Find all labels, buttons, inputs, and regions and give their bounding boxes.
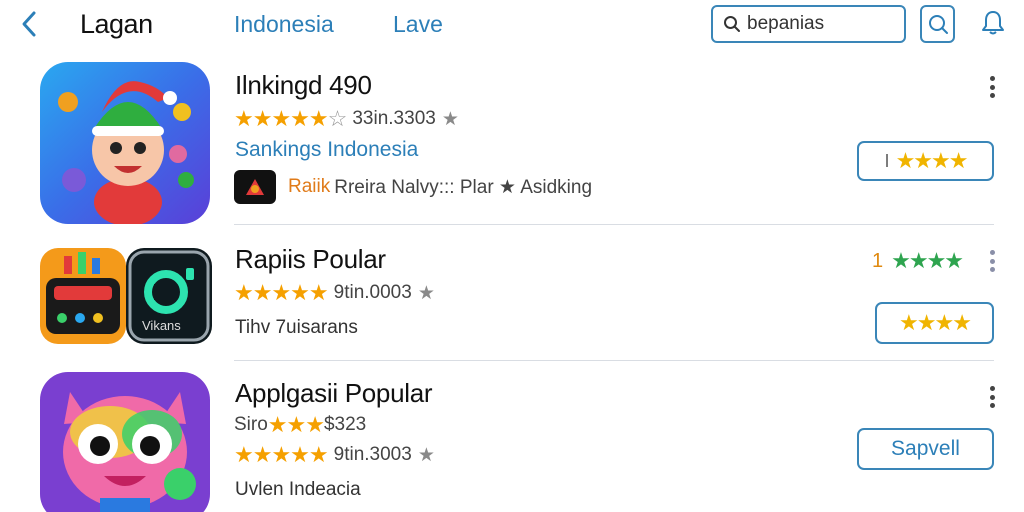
star-rating: ★★★★★☆ (234, 106, 347, 131)
divider (234, 224, 994, 225)
dot (989, 394, 995, 400)
user-rating-stars: ★★★★ (891, 248, 964, 273)
search-field[interactable] (711, 5, 906, 43)
divider (234, 360, 994, 361)
price-prefix: Siro (234, 414, 268, 435)
rating-line: ★★★★★ 9tin.0003 ★ (234, 280, 435, 306)
price: $323 (323, 414, 367, 435)
app-subtitle: Tihv 7uisarans (235, 317, 358, 338)
star-icon: ★ (441, 108, 459, 130)
category-link[interactable]: Sankings Indonesia (235, 138, 418, 162)
rating-count: 9tin.0003 (333, 282, 412, 303)
more-options-button[interactable] (982, 74, 1002, 100)
search-input[interactable] (747, 13, 897, 35)
search-icon (928, 15, 948, 34)
cartoon-character-icon (40, 62, 210, 224)
price-line: Siro ★★★ $323 (234, 412, 366, 438)
list-item: Ilnkingd 490 ★★★★★☆ 33in.3303 ★ Sankings… (0, 60, 1024, 225)
rating-line: ★★★★★☆ 33in.3303 ★ (234, 106, 459, 132)
save-button[interactable]: Sapvell (857, 428, 994, 470)
star-rating: ★★★★★ (234, 280, 329, 305)
dot (989, 76, 995, 81)
rating-count: 9tin.3003 (333, 444, 412, 465)
app-icon[interactable] (40, 372, 210, 512)
notifications-button[interactable] (977, 6, 1009, 40)
dot (989, 267, 995, 272)
nav-link-indonesia[interactable]: Indonesia (234, 11, 334, 38)
top-bar: Lagan Indonesia Lave (0, 0, 1024, 50)
dot (989, 258, 995, 264)
more-options-button[interactable] (982, 384, 1002, 410)
developer-line: Raiik Rreira Nalvy::: Plar ★ Asidking (234, 170, 592, 204)
app-title[interactable]: Rapiis Poular (235, 244, 386, 275)
app-title[interactable]: Applgasii Popular (235, 378, 433, 409)
search-button[interactable] (920, 5, 955, 43)
rate-button-prefix: I (884, 150, 890, 171)
dot (989, 403, 995, 408)
page-title: Lagan (80, 9, 153, 39)
rate-button-stars: ★★★★ (899, 310, 972, 335)
search-icon (724, 16, 740, 32)
app-icon[interactable] (40, 62, 210, 224)
rate-button-stars: ★★★★ (895, 148, 969, 173)
rating-count: 33in.3303 (352, 108, 436, 129)
device-icon (40, 248, 126, 344)
app-icon-label: Vikans (142, 318, 181, 333)
star-icon: ★ (417, 444, 435, 466)
app-icon[interactable] (40, 248, 126, 344)
dot (989, 386, 995, 391)
list-item: Vikans Rapiis Poular ★★★★★ 9tin.0003 ★ T… (0, 236, 1024, 358)
save-button-label: Sapvell (891, 437, 960, 460)
dot (989, 93, 995, 98)
bell-icon (982, 11, 1004, 35)
app-title[interactable]: Ilnkingd 490 (235, 70, 372, 101)
user-rating-number: 1 (872, 249, 884, 272)
more-options-button[interactable] (982, 248, 1002, 274)
app-subtitle: Uvlen Indeacia (235, 479, 361, 500)
rate-button[interactable]: I ★★★★ (857, 141, 994, 181)
dot (989, 250, 995, 255)
app-icon-secondary[interactable]: Vikans (126, 248, 212, 344)
star-rating-small: ★★★ (267, 412, 325, 437)
developer-logo-icon (234, 170, 276, 204)
chevron-left-icon (22, 11, 36, 37)
nav-link-lave[interactable]: Lave (393, 11, 443, 38)
back-button[interactable] (14, 8, 44, 40)
rating-line: ★★★★★ 9tin.3003 ★ (234, 442, 435, 468)
star-icon: ★ (417, 282, 435, 304)
developer-name[interactable]: Raiik (288, 176, 330, 198)
pig-character-icon (40, 372, 210, 512)
list-item: Applgasii Popular Siro ★★★ $323 ★★★★★ 9t… (0, 362, 1024, 512)
star-rating: ★★★★★ (234, 442, 329, 467)
developer-details: Rreira Nalvy::: Plar ★ Asidking (334, 176, 593, 198)
rate-button[interactable]: ★★★★ (875, 302, 994, 344)
dot (989, 84, 995, 90)
user-rating: 1 ★★★★ (872, 248, 964, 274)
